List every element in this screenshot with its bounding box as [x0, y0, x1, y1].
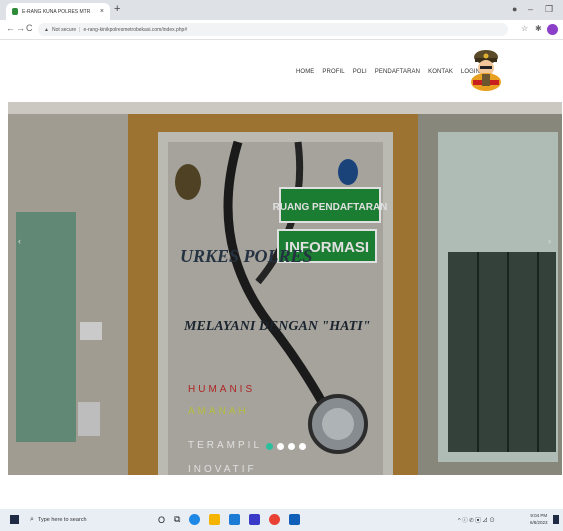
browser-tab[interactable]: E-RANG KUNA POLRES MTR × [6, 3, 110, 20]
clock-time: 9:04 PM [530, 513, 548, 518]
url-text: e-rang-kinikpolresmetrobekasi.com/index.… [83, 26, 188, 33]
carousel-dot-1[interactable] [266, 443, 273, 450]
new-tab-button[interactable]: + [114, 3, 120, 15]
tab-close-icon[interactable]: × [100, 8, 104, 15]
maximize-icon[interactable]: ❐ [545, 4, 553, 15]
taskbar-clock[interactable]: 9:04 PM 6/8/2023 [530, 512, 548, 526]
back-icon[interactable]: ← [6, 23, 15, 33]
task-view-icon[interactable]: ⧉ [174, 514, 180, 525]
carousel-next-arrow-icon[interactable]: › [548, 236, 551, 246]
app-icon[interactable] [249, 514, 261, 525]
store-icon[interactable] [229, 514, 241, 525]
browser-tab-strip: E-RANG KUNA POLRES MTR × + ● – ❐ [0, 0, 563, 20]
url-separator: | [79, 26, 81, 33]
carousel-dot-3[interactable] [288, 443, 295, 450]
site-favicon-icon [12, 8, 18, 15]
extensions-icon[interactable]: ✱ [535, 24, 542, 33]
menu-poli[interactable]: POLI [353, 69, 367, 75]
warning-icon: ▲ [44, 26, 49, 33]
file-explorer-icon[interactable] [209, 514, 221, 525]
main-menu: HOME PROFIL POLI PENDAFTARAN KONTAK LOGI… [296, 69, 480, 75]
menu-profil[interactable]: PROFIL [322, 69, 344, 75]
profile-dot-icon[interactable]: ● [512, 4, 517, 14]
profile-avatar[interactable] [547, 24, 558, 35]
menu-home[interactable]: HOME [296, 69, 314, 75]
forward-icon[interactable]: → [16, 23, 25, 33]
carousel-dot-2[interactable] [277, 443, 284, 450]
police-mascot-logo [471, 50, 501, 91]
carousel-dot-4[interactable] [299, 443, 306, 450]
notification-icon[interactable] [553, 515, 559, 524]
search-placeholder: Type here to search [37, 517, 87, 523]
browser-toolbar: ← → C ▲ Not secure | e-rang-kinikpolresm… [0, 20, 563, 40]
hero-carousel: RUANG PENDAFTARAN INFORMASI URKES POLRES… [8, 102, 562, 475]
minimize-icon[interactable]: – [528, 4, 533, 14]
menu-kontak[interactable]: KONTAK [428, 69, 453, 75]
edge-icon[interactable] [189, 514, 201, 525]
tab-title: E-RANG KUNA POLRES MTR [22, 8, 91, 15]
windows-taskbar: ⌕ Type here to search O ⧉ ^ ⓘ ✆ ▣ ⊿ ⊙ 9:… [0, 509, 563, 531]
taskbar-search[interactable]: ⌕ Type here to search [30, 513, 146, 527]
site-header: HOME PROFIL POLI PENDAFTARAN KONTAK LOGI… [0, 40, 563, 102]
security-label: Not secure [51, 26, 77, 33]
cortana-icon[interactable]: O [158, 515, 165, 525]
search-icon: ⌕ [30, 516, 34, 523]
clock-date: 6/8/2023 [530, 520, 548, 525]
menu-pendaftaran[interactable]: PENDAFTARAN [375, 69, 420, 75]
taskbar-apps: O ⧉ [158, 514, 301, 525]
carousel-prev-arrow-icon[interactable]: ‹ [18, 236, 21, 246]
carousel-indicators [266, 443, 306, 450]
bookmark-star-icon[interactable]: ☆ [521, 24, 528, 33]
windows-start-icon[interactable] [10, 515, 19, 524]
word-icon[interactable] [289, 514, 301, 525]
chrome-icon[interactable] [269, 514, 281, 525]
reload-icon[interactable]: C [26, 23, 33, 33]
hero-photo: RUANG PENDAFTARAN INFORMASI URKES POLRES… [8, 102, 562, 475]
system-tray-icons[interactable]: ^ ⓘ ✆ ▣ ⊿ ⊙ [458, 516, 495, 524]
address-bar[interactable]: ▲ Not secure | e-rang-kinikpolresmetrobe… [38, 23, 508, 36]
